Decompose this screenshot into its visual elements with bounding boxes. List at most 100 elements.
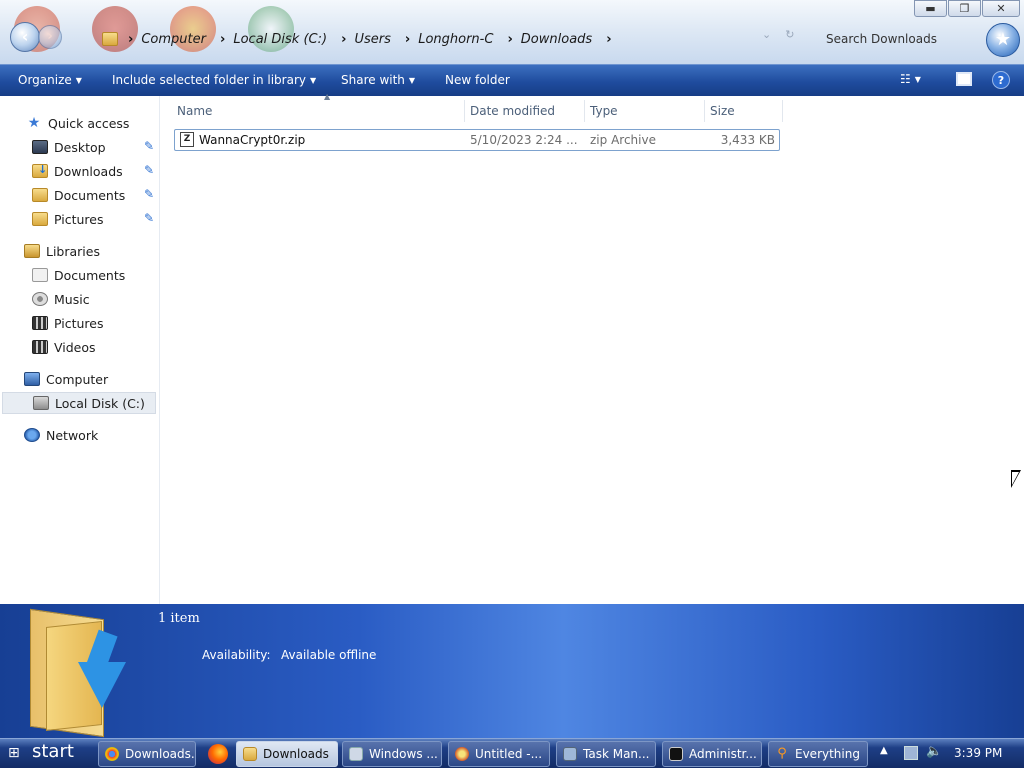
search-icon[interactable]: ★ xyxy=(986,23,1020,57)
nav-item-local-disk[interactable]: Local Disk (C:) xyxy=(2,392,156,414)
nav-label: Libraries xyxy=(46,243,100,259)
chevron-right-icon[interactable]: › xyxy=(124,32,137,47)
chevron-right-icon[interactable]: › xyxy=(337,32,350,47)
file-date: 5/10/2023 2:24 ... xyxy=(470,133,578,147)
taskbar-label: Downloads... xyxy=(125,747,196,761)
network-status-icon[interactable] xyxy=(904,746,918,760)
chevron-right-icon[interactable]: › xyxy=(503,32,516,47)
nav-item-lib-music[interactable]: Music xyxy=(0,288,158,310)
breadcrumb-computer[interactable]: Computer xyxy=(137,32,216,47)
pin-icon[interactable]: ✎ xyxy=(144,139,154,153)
nav-libraries[interactable]: Libraries xyxy=(0,240,158,262)
taskbar-button-chrome[interactable]: Downloads... xyxy=(98,741,196,767)
start-button[interactable]: ⊞ start xyxy=(0,739,92,768)
nav-item-pictures[interactable]: Pictures ✎ xyxy=(0,208,158,230)
desktop-icon xyxy=(32,140,48,154)
window-controls: ▬ ❐ ✕ xyxy=(913,0,1020,17)
item-count: 1 item xyxy=(158,611,200,626)
column-size[interactable]: Size xyxy=(710,104,735,118)
pin-icon[interactable]: ✎ xyxy=(144,211,154,225)
nav-item-downloads[interactable]: Downloads ✎ xyxy=(0,160,158,182)
videos-library-icon xyxy=(32,340,48,354)
firefox-icon[interactable] xyxy=(208,744,228,764)
start-label: start xyxy=(32,741,74,762)
taskbar-button-everything[interactable]: ⚲ Everything xyxy=(768,741,868,767)
nav-label: Documents xyxy=(54,267,126,283)
search-box xyxy=(812,26,980,52)
taskbar-button-downloads[interactable]: Downloads xyxy=(236,741,338,767)
column-divider[interactable] xyxy=(704,100,705,122)
mouse-cursor-fill xyxy=(1012,472,1019,485)
nav-item-lib-pictures[interactable]: Pictures xyxy=(0,312,158,334)
taskbar-button-windows[interactable]: Windows ... xyxy=(342,741,442,767)
caret-down-icon: ▼ xyxy=(309,76,317,85)
downloads-folder-icon xyxy=(26,608,126,738)
nav-item-lib-documents[interactable]: Documents xyxy=(0,264,158,286)
show-hidden-icons-button[interactable]: ▲ xyxy=(880,745,888,756)
chevron-right-icon[interactable]: › xyxy=(216,32,229,47)
address-tools: ⌄ ↻ xyxy=(762,28,794,41)
preview-pane-button[interactable] xyxy=(956,72,972,86)
refresh-icon[interactable]: ↻ xyxy=(785,28,794,41)
nav-label: Documents xyxy=(54,187,126,203)
volume-icon[interactable]: 🔈 xyxy=(926,744,942,759)
change-view-button[interactable]: ☷ ▼ xyxy=(900,72,921,86)
search-icon: ⚲ xyxy=(777,746,787,761)
computer-icon xyxy=(24,372,40,386)
minimize-button[interactable]: ▬ xyxy=(914,0,947,17)
help-button[interactable]: ? xyxy=(992,71,1010,89)
taskbar-label: Windows ... xyxy=(369,747,438,761)
nav-item-documents[interactable]: Documents ✎ xyxy=(0,184,158,206)
breadcrumb-local-disk[interactable]: Local Disk (C:) xyxy=(229,32,337,47)
back-button[interactable]: ‹ xyxy=(10,22,40,52)
breadcrumb-longhorn-c[interactable]: Longhorn-C xyxy=(414,32,503,47)
include-library-label: Include selected folder in library xyxy=(112,73,306,87)
search-input[interactable] xyxy=(812,26,980,52)
column-divider[interactable] xyxy=(464,100,465,122)
close-button[interactable]: ✕ xyxy=(982,0,1020,17)
caret-down-icon: ▼ xyxy=(408,76,416,85)
nav-label: Downloads xyxy=(54,163,123,179)
column-date-modified[interactable]: Date modified xyxy=(470,104,555,118)
taskbar-button-admin-cmd[interactable]: Administr... xyxy=(662,741,762,767)
command-bar: Organize ▼ Include selected folder in lib… xyxy=(0,64,1024,96)
breadcrumb-downloads[interactable]: Downloads xyxy=(517,32,602,47)
pin-icon[interactable]: ✎ xyxy=(144,187,154,201)
nav-network[interactable]: Network xyxy=(0,424,158,446)
history-dropdown-icon[interactable]: ⌄ xyxy=(762,28,771,41)
taskbar-label: Everything xyxy=(795,747,860,761)
nav-item-lib-videos[interactable]: Videos xyxy=(0,336,158,358)
column-type[interactable]: Type xyxy=(590,104,618,118)
maximize-button[interactable]: ❐ xyxy=(948,0,981,17)
taskbar-button-paint[interactable]: Untitled -... xyxy=(448,741,550,767)
new-folder-button[interactable]: New folder xyxy=(445,73,510,87)
nav-item-desktop[interactable]: Desktop ✎ xyxy=(0,136,158,158)
star-icon: ★ xyxy=(27,115,41,131)
windows-logo-icon: ⊞ xyxy=(8,745,20,761)
chevron-right-icon[interactable]: › xyxy=(401,32,414,47)
taskbar-label: Downloads xyxy=(263,747,329,761)
clock[interactable]: 3:39 PM xyxy=(954,746,1002,760)
column-name[interactable]: Name xyxy=(177,104,212,118)
sort-ascending-icon: ▲ xyxy=(324,92,331,101)
include-library-button[interactable]: Include selected folder in library ▼ xyxy=(112,73,316,87)
availability-value: Available offline xyxy=(281,648,377,662)
drive-icon xyxy=(33,396,49,410)
share-with-button[interactable]: Share with ▼ xyxy=(341,73,415,87)
column-divider[interactable] xyxy=(782,100,783,122)
taskbar-label: Administr... xyxy=(689,747,757,761)
organize-button[interactable]: Organize ▼ xyxy=(18,73,82,87)
nav-computer[interactable]: Computer xyxy=(0,368,158,390)
taskbar-button-task-manager[interactable]: Task Man... xyxy=(556,741,656,767)
chevron-right-icon[interactable]: › xyxy=(602,32,615,47)
availability-label: Availability: xyxy=(202,648,271,662)
caret-down-icon: ▼ xyxy=(914,75,921,84)
nav-quick-access[interactable]: ★ Quick access xyxy=(0,112,158,134)
file-row[interactable]: Z WannaCrypt0r.zip 5/10/2023 2:24 ... zi… xyxy=(174,129,780,151)
pin-icon[interactable]: ✎ xyxy=(144,163,154,177)
nav-label: Network xyxy=(46,427,99,443)
column-header: ▲ Name Date modified Type Size xyxy=(170,92,790,122)
breadcrumb-users[interactable]: Users xyxy=(350,32,400,47)
column-divider[interactable] xyxy=(584,100,585,122)
forward-button[interactable]: › xyxy=(38,25,62,49)
